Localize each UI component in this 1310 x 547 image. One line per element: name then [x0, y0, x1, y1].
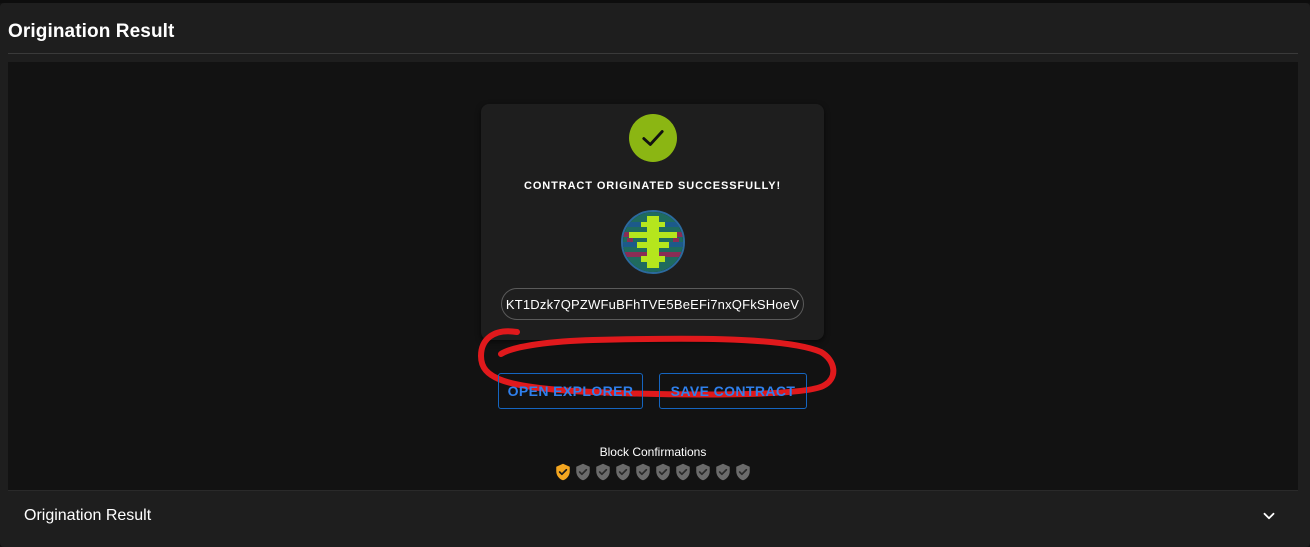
- identicon-image: [623, 212, 683, 272]
- shield-confirmed-icon: [556, 463, 570, 481]
- result-card: CONTRACT ORIGINATED SUCCESSFULLY! KT1Dzk…: [481, 104, 824, 340]
- contract-address-chip[interactable]: KT1Dzk7QPZWFuBFhTVE5BeEFi7nxQFkSHoeV: [501, 288, 804, 320]
- success-badge: [629, 114, 677, 162]
- open-explorer-button[interactable]: OPEN EXPLORER: [498, 373, 643, 409]
- shield-pending-icon: [636, 463, 650, 481]
- shield-pending-icon: [616, 463, 630, 481]
- shield-pending-icon: [716, 463, 730, 481]
- shield-pending-icon: [696, 463, 710, 481]
- shield-pending-icon: [596, 463, 610, 481]
- shield-pending-icon: [736, 463, 750, 481]
- origination-result-accordion[interactable]: Origination Result: [8, 490, 1298, 540]
- shield-pending-icon: [576, 463, 590, 481]
- origination-panel: Origination Result CONTRACT ORIGINATED S…: [0, 3, 1310, 547]
- save-contract-button[interactable]: SAVE CONTRACT: [659, 373, 807, 409]
- check-icon: [642, 130, 664, 146]
- page-title: Origination Result: [8, 21, 175, 42]
- shield-pending-icon: [676, 463, 690, 481]
- shield-pending-icon: [656, 463, 670, 481]
- accordion-title: Origination Result: [24, 507, 152, 524]
- chevron-down-icon[interactable]: [1260, 507, 1278, 525]
- block-confirmations-label: Block Confirmations: [599, 445, 707, 459]
- block-confirmations-indicator: [554, 462, 752, 482]
- title-divider: [8, 53, 1298, 54]
- result-content: CONTRACT ORIGINATED SUCCESSFULLY! KT1Dzk…: [8, 62, 1298, 490]
- success-message: CONTRACT ORIGINATED SUCCESSFULLY!: [523, 180, 782, 192]
- identicon: [621, 210, 685, 274]
